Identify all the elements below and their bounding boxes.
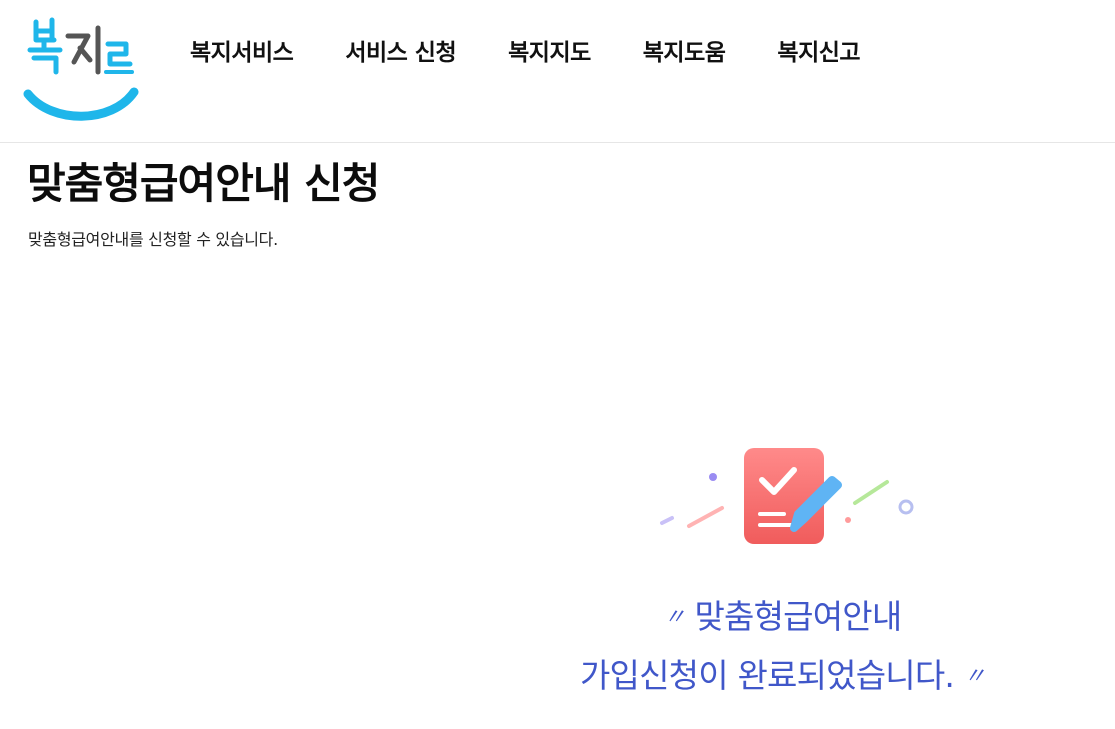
open-quote-mark: 〃 — [663, 605, 686, 630]
main-nav: 복지서비스 서비스 신청 복지지도 복지도움 복지신고 — [190, 30, 861, 70]
site-header: 복지서비스 서비스 신청 복지지도 복지도움 복지신고 — [0, 0, 1115, 143]
close-quote-mark: 〃 — [963, 664, 986, 689]
completion-service-name: 맞춤형급여안내 — [694, 597, 902, 636]
nav-welfare-map[interactable]: 복지지도 — [508, 33, 591, 67]
completion-status-text: 가입신청이 완료되었습니다. — [579, 656, 955, 695]
completion-message-line-2: 가입신청이 완료되었습니다. 〃 — [560, 647, 1005, 706]
completion-message: 〃 맞춤형급여안내 가입신청이 완료되었습니다. 〃 — [560, 588, 1005, 706]
bokjiro-logo[interactable] — [22, 14, 142, 122]
bokjiro-logo-icon — [23, 17, 139, 121]
nav-welfare-report[interactable]: 복지신고 — [777, 33, 860, 67]
nav-welfare-services[interactable]: 복지서비스 — [190, 33, 294, 67]
completion-message-line-1: 〃 맞춤형급여안내 — [560, 588, 1005, 647]
nav-welfare-help[interactable]: 복지도움 — [643, 33, 726, 67]
nav-service-application[interactable]: 서비스 신청 — [345, 33, 456, 67]
document-check-pencil-icon — [660, 448, 914, 544]
page-description: 맞춤형급여안내를 신청할 수 있습니다. — [28, 230, 278, 249]
page-title: 맞춤형급여안내 신청 — [27, 159, 380, 208]
completion-illustration — [652, 440, 922, 555]
